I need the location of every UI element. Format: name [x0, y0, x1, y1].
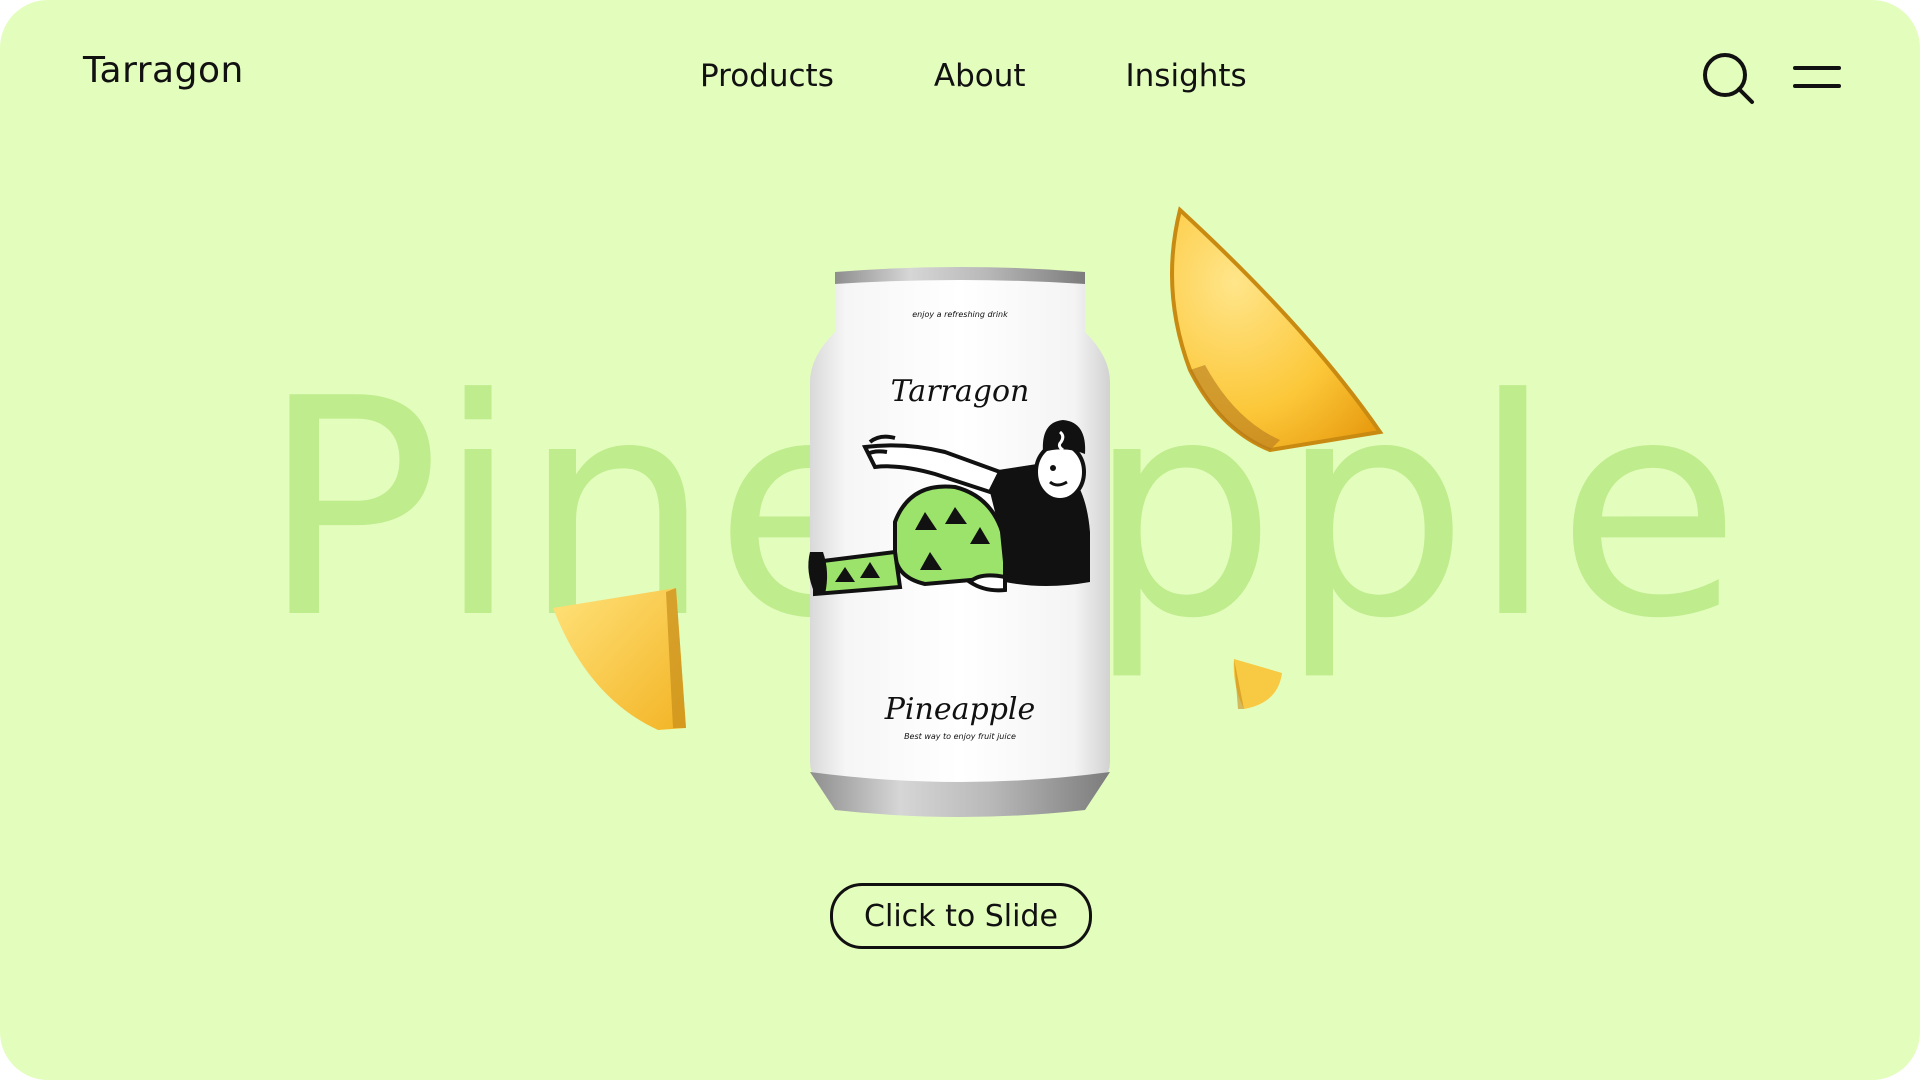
- pineapple-slice-left-image: [553, 588, 686, 730]
- can-brand: Tarragon: [890, 374, 1030, 409]
- nav-item-about[interactable]: About: [934, 58, 1026, 94]
- nav-item-insights[interactable]: Insights: [1126, 58, 1247, 94]
- main-nav: Products About Insights: [700, 58, 1247, 94]
- can-flavor: Pineapple: [884, 692, 1036, 727]
- logo[interactable]: Tarragon: [83, 50, 244, 91]
- landing-page: Tarragon Products About Insights Pineapp…: [0, 0, 1920, 1080]
- menu-icon[interactable]: [1793, 62, 1841, 92]
- search-icon[interactable]: [1700, 50, 1756, 106]
- can-tagline: enjoy a refreshing drink: [912, 310, 1008, 319]
- pineapple-slice-large-image: [1170, 206, 1384, 453]
- nav-item-products[interactable]: Products: [700, 58, 834, 94]
- product-can: enjoy a refreshing drink Tarragon Pineap…: [805, 262, 1115, 822]
- click-to-slide-button[interactable]: Click to Slide: [830, 883, 1092, 949]
- can-subline: Best way to enjoy fruit juice: [904, 732, 1016, 741]
- pineapple-slice-small-image: [1233, 659, 1282, 709]
